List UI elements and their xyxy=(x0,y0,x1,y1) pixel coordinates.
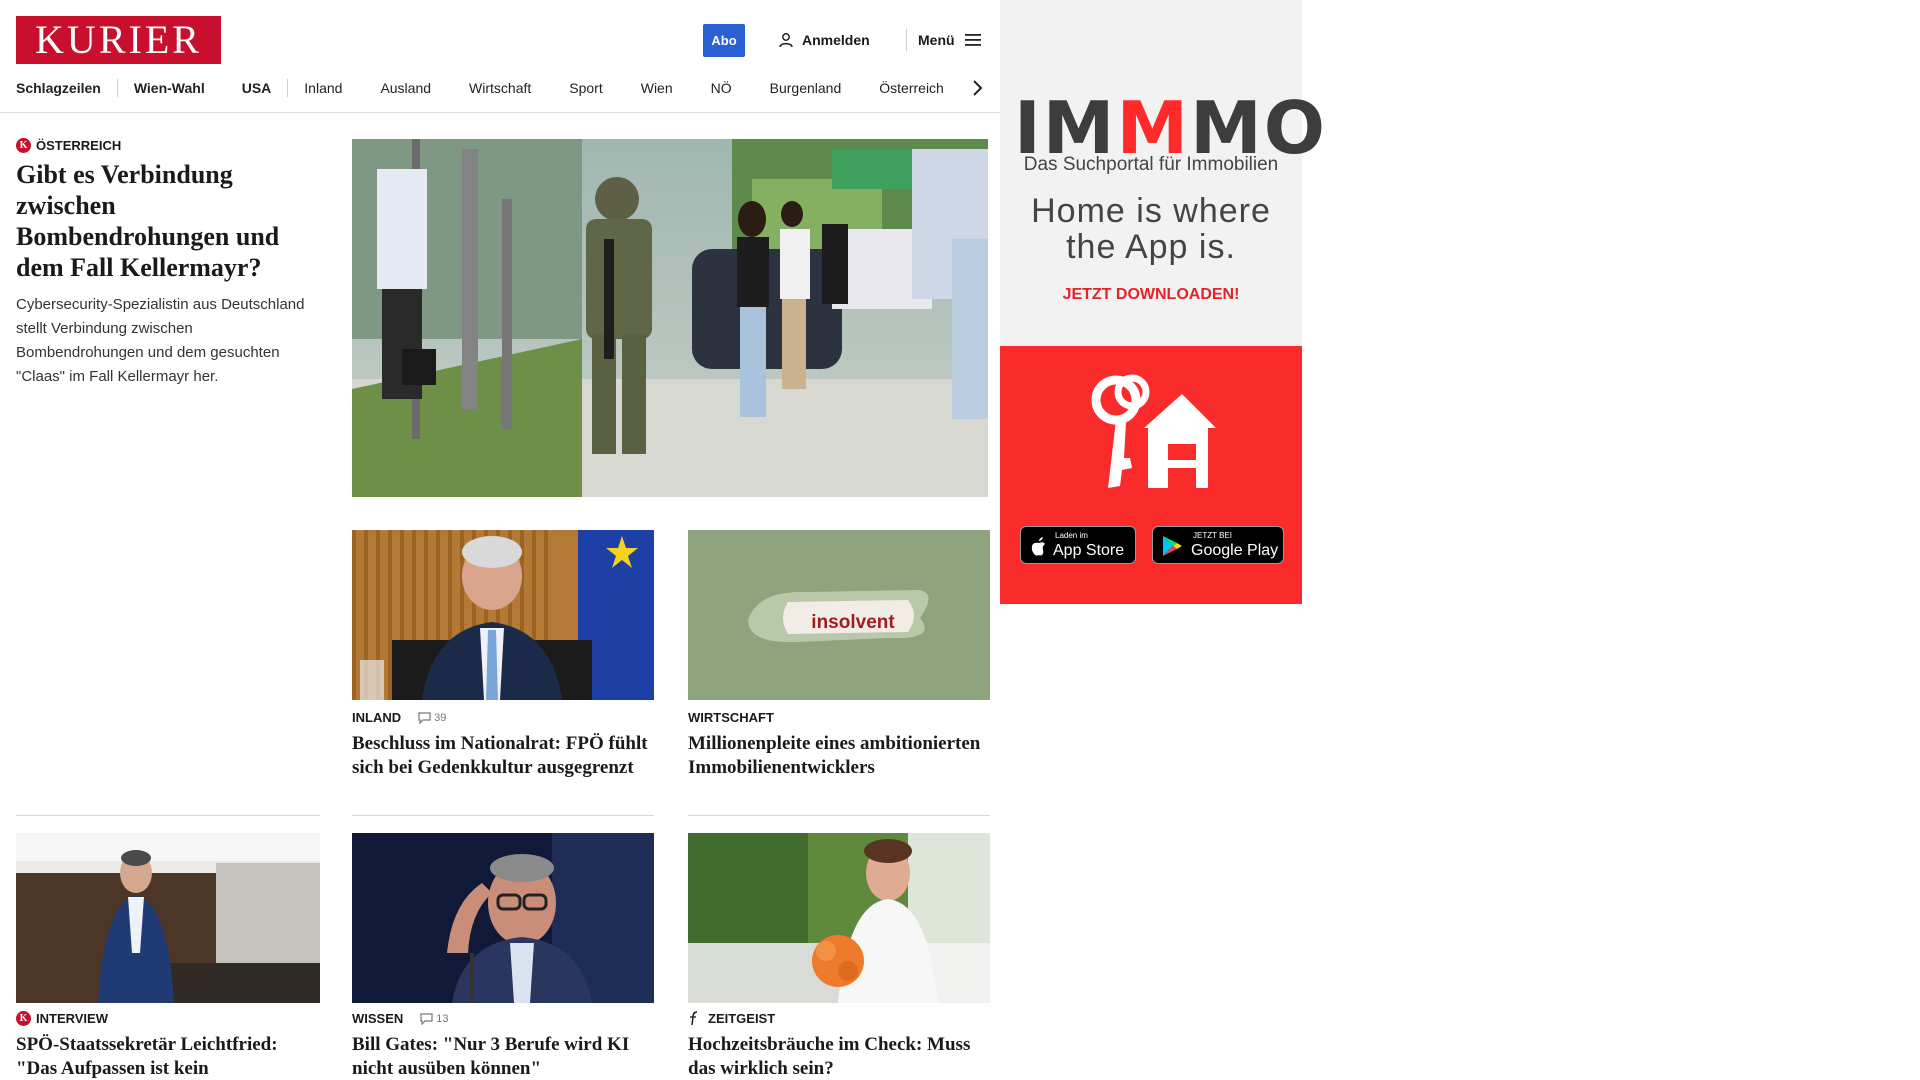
card-kicker-inland: INLAND 39 xyxy=(352,710,446,725)
nav-item-wien-wahl[interactable]: Wien-Wahl xyxy=(134,76,205,100)
house-key-icon xyxy=(1091,374,1216,488)
nav-item-wirtschaft[interactable]: Wirtschaft xyxy=(469,76,531,100)
comment-count[interactable]: 39 xyxy=(418,712,446,724)
login-label: Anmelden xyxy=(802,32,870,48)
apple-icon xyxy=(1031,537,1045,556)
card-headline-leichtfried[interactable]: SPÖ-Staatssekretär Leichtfried: "Das Auf… xyxy=(16,1033,320,1080)
kurier-plus-icon: K xyxy=(16,138,31,153)
menu-button[interactable]: Menü xyxy=(918,27,981,53)
chevron-right-icon[interactable] xyxy=(968,76,988,100)
nav-item-inland[interactable]: Inland xyxy=(304,76,342,100)
google-play-small: JETZT BEI xyxy=(1193,531,1232,540)
abo-button[interactable]: Abo xyxy=(703,24,745,57)
ad-tagline-line-1: Home is where xyxy=(1031,192,1271,230)
card-headline-hochzeit[interactable]: Hochzeitsbräuche im Check: Muss das wirk… xyxy=(688,1033,990,1080)
lead-headline[interactable]: Gibt es Verbindung zwischen Bombendrohun… xyxy=(16,159,316,283)
ad-tagline-line-2: the App is. xyxy=(1066,228,1236,266)
comment-count[interactable]: 13 xyxy=(420,1012,449,1025)
google-play-icon xyxy=(1163,536,1182,556)
nav-item-schlagzeilen[interactable]: Schlagzeilen xyxy=(16,76,101,100)
card-kicker-label: ZEITGEIST xyxy=(708,1011,776,1026)
user-icon xyxy=(779,33,793,48)
nav-separator xyxy=(287,79,289,97)
kurier-homepage: KURIER Abo Anmelden Menü Schlagzeilen Wi… xyxy=(0,0,1920,1080)
comment-icon xyxy=(418,711,431,724)
card-kicker-label: INTERVIEW xyxy=(36,1011,108,1026)
card-kicker-label: WISSEN xyxy=(352,1011,404,1026)
google-play-label: Google Play xyxy=(1191,542,1279,559)
card-divider xyxy=(352,815,654,816)
ad-top-panel: IMMMO Das Suchportal für Immobilien Home… xyxy=(1000,0,1325,346)
nav-item-noe[interactable]: NÖ xyxy=(711,76,732,100)
card-headline-nationalrat[interactable]: Beschluss im Nationalrat: FPÖ fühlt sich… xyxy=(352,732,654,780)
ad-subtitle: Das Suchportal für Immobilien xyxy=(1023,154,1279,175)
comment-count-value: 13 xyxy=(436,1012,449,1025)
comment-count-value: 39 xyxy=(434,711,447,724)
lead-kicker: K ÖSTERREICH xyxy=(16,138,121,153)
immmo-ad[interactable]: IMMMO Das Suchportal für Immobilien Home… xyxy=(1000,0,1325,604)
nav-item-burgenland[interactable]: Burgenland xyxy=(770,76,842,100)
google-play-badge[interactable]: JETZT BEI Google Play xyxy=(1152,526,1284,564)
hamburger-icon xyxy=(964,34,981,46)
ad-bottom-panel: Laden im App Store JETZT BEI Google Play xyxy=(1000,346,1302,604)
ad-download-cta[interactable]: JETZT DOWNLOADEN! xyxy=(1000,286,1302,304)
app-store-label: App Store xyxy=(1053,542,1125,559)
kurier-logo[interactable]: KURIER xyxy=(16,16,221,64)
insolvent-text: insolvent xyxy=(811,612,895,633)
card-kicker-wirtschaft: WIRTSCHAFT xyxy=(688,710,774,725)
card-photo-nationalrat[interactable] xyxy=(352,530,654,700)
card-photo-bill-gates[interactable] xyxy=(352,833,654,1003)
login-button[interactable]: Anmelden xyxy=(778,27,870,53)
card-kicker-interview: K INTERVIEW xyxy=(16,1011,108,1026)
header-divider xyxy=(906,29,907,51)
card-photo-hochzeit[interactable] xyxy=(688,833,990,1003)
card-headline-bill-gates[interactable]: Bill Gates: "Nur 3 Berufe wird KI nicht … xyxy=(352,1033,654,1080)
card-photo-insolvent[interactable]: insolvent xyxy=(688,530,990,700)
nav-item-sport[interactable]: Sport xyxy=(569,76,602,100)
lead-kicker-label: ÖSTERREICH xyxy=(36,138,122,153)
kurier-plus-icon: K xyxy=(16,1011,31,1026)
menu-label: Menü xyxy=(918,32,955,48)
section-nav: Schlagzeilen Wien-Wahl USA Inland Auslan… xyxy=(16,76,944,100)
nav-item-usa[interactable]: USA xyxy=(242,76,272,100)
card-kicker-zeitgeist: ZEITGEIST xyxy=(688,1011,775,1026)
nav-item-ausland[interactable]: Ausland xyxy=(380,76,431,100)
app-store-badge[interactable]: Laden im App Store xyxy=(1020,526,1136,564)
lead-photo[interactable] xyxy=(352,139,988,497)
card-kicker-label: WIRTSCHAFT xyxy=(688,710,774,725)
card-divider xyxy=(688,815,990,816)
card-headline-millionenpleite[interactable]: Millionenpleite eines ambitionierten Imm… xyxy=(688,732,990,780)
site-header: KURIER Abo Anmelden Menü Schlagzeilen Wi… xyxy=(0,0,1000,113)
nav-separator xyxy=(116,79,118,97)
comment-icon xyxy=(420,1012,433,1025)
card-kicker-wissen: WISSEN 13 xyxy=(352,1011,449,1026)
card-photo-leichtfried[interactable] xyxy=(16,833,320,1003)
card-kicker-label: INLAND xyxy=(352,710,402,725)
ad-tagline: Home is where the App is. xyxy=(1000,193,1302,265)
app-store-small: Laden im xyxy=(1055,531,1088,540)
nav-item-wien[interactable]: Wien xyxy=(641,76,673,100)
nav-item-oesterreich[interactable]: Österreich xyxy=(879,76,944,100)
card-divider xyxy=(16,815,320,816)
lead-teaser: Cybersecurity-Spezialistin aus Deutschla… xyxy=(16,296,305,385)
zeitgeist-icon xyxy=(690,1011,698,1026)
